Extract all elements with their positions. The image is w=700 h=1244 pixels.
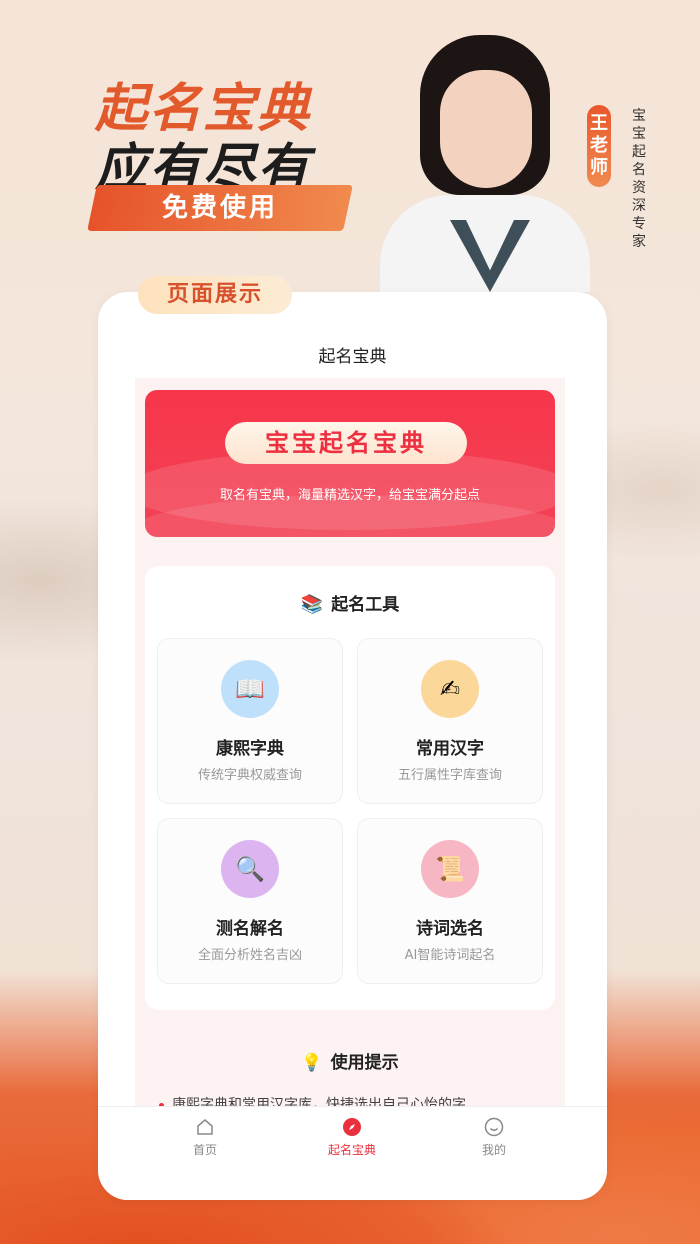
tips-title: 💡 使用提示 <box>301 1053 399 1073</box>
scroll-content[interactable]: 宝宝起名宝典 取名有宝典，海量精选汉字，给宝宝满分起点 📚 起名工具 📖 康熙字典… <box>135 378 565 1118</box>
tools-section: 📚 起名工具 📖 康熙字典 传统字典权威查询 ✍ 常用汉字 五行属性字库查询 🔍 … <box>145 566 555 1010</box>
teacher-name-tag: 王老师 <box>587 105 611 187</box>
scroll-icon: 📜 <box>421 840 479 898</box>
books-icon: 📚 <box>300 594 324 615</box>
tool-card-poetry-name[interactable]: 📜 诗词选名 AI智能诗词起名 <box>357 818 543 984</box>
home-icon <box>197 1119 213 1135</box>
banner-subtitle: 取名有宝典，海量精选汉字，给宝宝满分起点 <box>219 488 480 503</box>
tab-mine[interactable]: 我的 <box>444 1117 544 1158</box>
tool-desc: 全面分析姓名吉凶 <box>197 948 302 963</box>
hero-banner[interactable]: 宝宝起名宝典 取名有宝典，海量精选汉字，给宝宝满分起点 <box>145 390 555 537</box>
compass-icon <box>343 1118 361 1136</box>
tool-card-kangxi[interactable]: 📖 康熙字典 传统字典权威查询 <box>157 638 343 804</box>
tool-name: 诗词选名 <box>416 919 484 939</box>
tools-title: 📚 起名工具 <box>300 594 400 615</box>
tips-section: 💡 使用提示 康熙字典和常用汉字库，快捷选出自己心怡的字 <box>145 1024 555 1118</box>
tool-name: 常用汉字 <box>416 739 484 759</box>
lightbulb-icon: 💡 <box>301 1053 323 1073</box>
tool-desc: 五行属性字库查询 <box>397 768 502 783</box>
tool-desc: AI智能诗词起名 <box>404 948 496 963</box>
magnifier-icon: 🔍 <box>221 840 279 898</box>
teacher-title: 宝宝起名资深专家 <box>632 108 646 250</box>
banner-pill: 宝宝起名宝典 <box>225 422 467 464</box>
smile-icon <box>484 1117 504 1137</box>
tab-home[interactable]: 首页 <box>155 1117 255 1158</box>
phone-screen: 起名宝典 宝宝起名宝典 取名有宝典，海量精选汉字，给宝宝满分起点 📚 起名工具 📖… <box>98 292 607 1200</box>
tool-card-name-test[interactable]: 🔍 测名解名 全面分析姓名吉凶 <box>157 818 343 984</box>
writing-icon: ✍ <box>421 660 479 718</box>
tool-name: 测名解名 <box>216 919 284 939</box>
tab-bar: 首页 起名宝典 我的 <box>98 1106 607 1200</box>
tool-card-common-chars[interactable]: ✍ 常用汉字 五行属性字库查询 <box>357 638 543 804</box>
page-showcase-tag: 页面展示 <box>138 276 292 314</box>
nav-title: 起名宝典 <box>318 347 387 367</box>
tool-desc: 传统字典权威查询 <box>197 768 302 783</box>
teacher-photo <box>380 30 590 292</box>
book-icon: 📖 <box>221 660 279 718</box>
tool-name: 康熙字典 <box>216 739 284 759</box>
free-use-label: 免费使用 <box>161 193 278 223</box>
tab-naming-guide[interactable]: 起名宝典 <box>302 1117 402 1158</box>
